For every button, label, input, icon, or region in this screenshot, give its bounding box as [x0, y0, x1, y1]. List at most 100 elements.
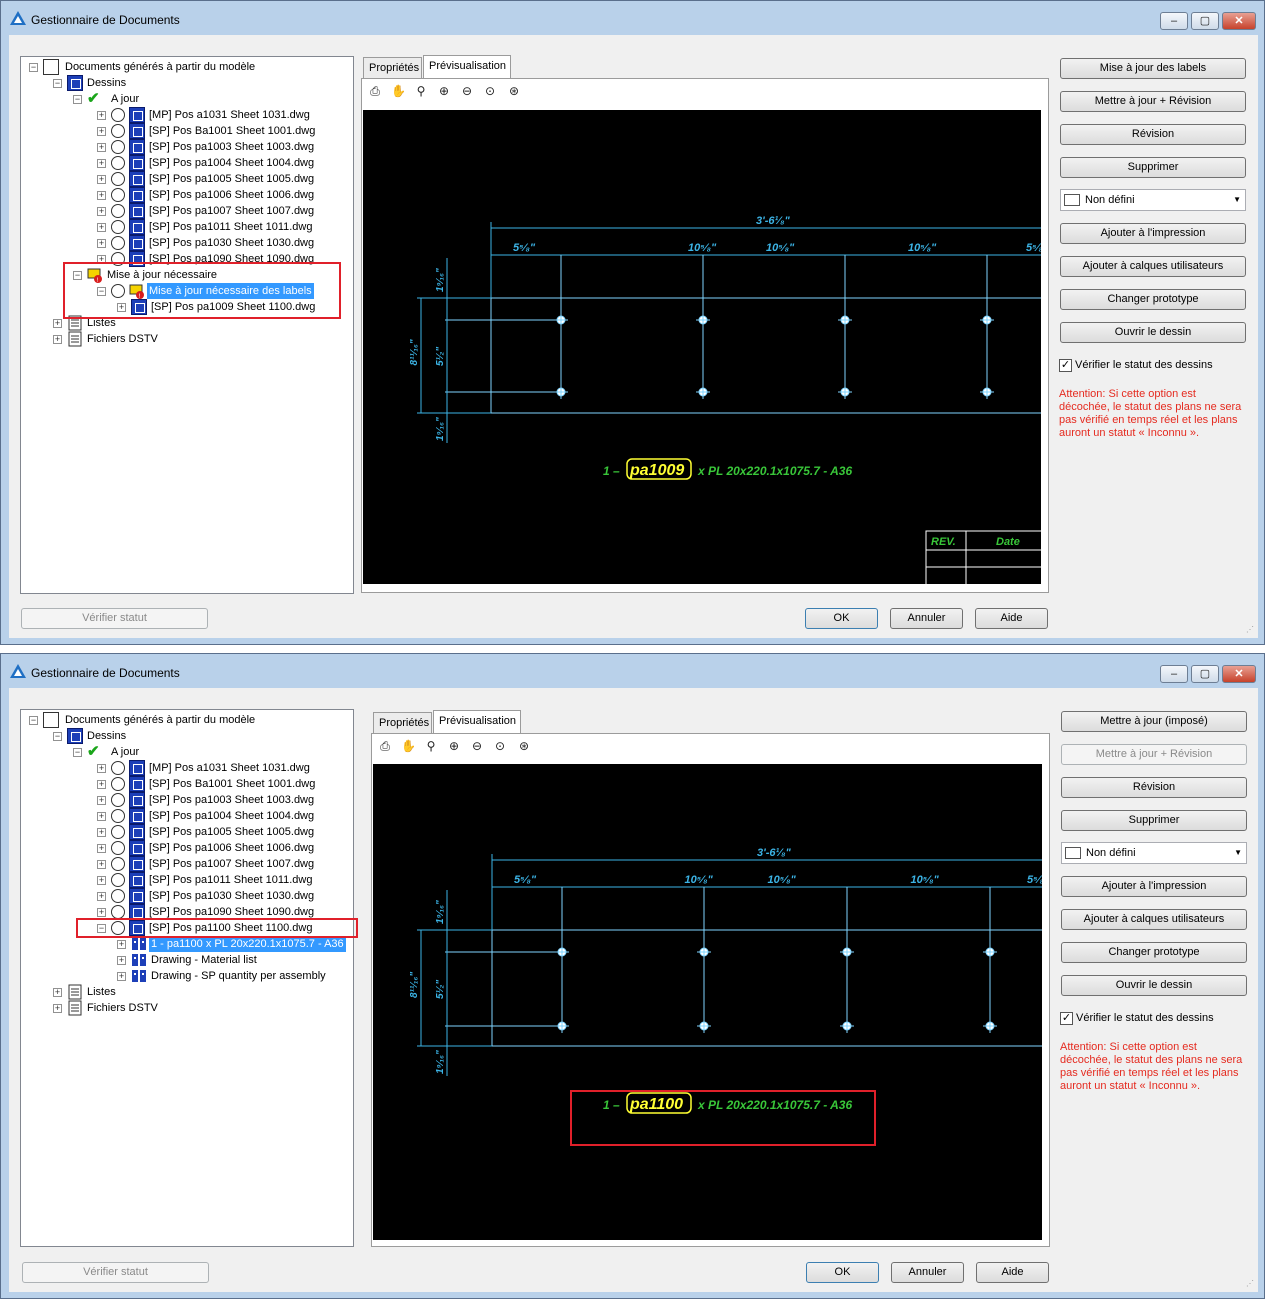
tree-node[interactable]: + [SP] Pos pa1005 Sheet 1005.dwg — [21, 171, 351, 187]
add-to-user-layers-button[interactable]: Ajouter à calques utilisateurs — [1061, 909, 1247, 930]
update-labels-button[interactable]: Mise à jour des labels — [1060, 58, 1246, 79]
zoom-out-icon[interactable]: ⊖ — [460, 84, 474, 98]
tree-node[interactable]: + [SP] Pos pa1003 Sheet 1003.dwg — [21, 792, 351, 808]
tree-node[interactable]: + [SP] Pos pa1007 Sheet 1007.dwg — [21, 856, 351, 872]
tree-node[interactable]: + [SP] Pos pa1011 Sheet 1011.dwg — [21, 872, 351, 888]
tree-node[interactable]: + [MP] Pos a1031 Sheet 1031.dwg — [21, 107, 351, 123]
tree-node[interactable]: − Documents générés à partir du modèle — [21, 59, 351, 75]
expand-icon[interactable]: + — [117, 956, 126, 965]
close-button[interactable]: ✕ — [1222, 12, 1256, 30]
maximize-button[interactable]: ▢ — [1191, 12, 1219, 30]
tree-node[interactable]: − Documents générés à partir du modèle — [21, 712, 351, 728]
help-button[interactable]: Aide — [976, 1262, 1049, 1283]
zoom-realtime-icon[interactable]: ⚲ — [414, 84, 428, 98]
maximize-button[interactable]: ▢ — [1191, 665, 1219, 683]
expand-icon[interactable]: + — [97, 828, 106, 837]
pan-icon[interactable]: ✋ — [401, 739, 416, 753]
delete-button[interactable]: Supprimer — [1061, 810, 1247, 831]
zoom-extents-icon[interactable]: ⊛ — [507, 84, 521, 98]
cancel-button[interactable]: Annuler — [890, 608, 963, 629]
status-combo[interactable]: Non défini ▼ — [1061, 842, 1247, 864]
verify-status-checkbox[interactable]: ✓ — [1060, 1012, 1073, 1025]
expand-icon[interactable]: + — [97, 780, 106, 789]
cad-preview[interactable]: 3'-6¹⁄₈" 5⁵⁄₈" 10⁵⁄₈" 10⁵⁄₈" 10⁵⁄₈" 5⁵⁄₈" 8¹¹⁄… — [373, 764, 1042, 1240]
tab-properties[interactable]: Propriétés — [373, 712, 432, 733]
tree-node[interactable]: + [SP] Pos pa1007 Sheet 1007.dwg — [21, 203, 351, 219]
print-icon[interactable]: ⎙ — [378, 739, 392, 753]
title-bar[interactable]: Gestionnaire de Documents – ▢ ✕ — [1, 1, 1264, 35]
cancel-button[interactable]: Annuler — [891, 1262, 964, 1283]
zoom-out-icon[interactable]: ⊖ — [470, 739, 484, 753]
tree-node[interactable]: + [SP] Pos pa1005 Sheet 1005.dwg — [21, 824, 351, 840]
expand-icon[interactable]: + — [97, 175, 106, 184]
zoom-window-icon[interactable]: ⊙ — [483, 84, 497, 98]
zoom-in-icon[interactable]: ⊕ — [437, 84, 451, 98]
expand-icon[interactable]: + — [97, 908, 106, 917]
expand-icon[interactable]: + — [97, 860, 106, 869]
zoom-window-icon[interactable]: ⊙ — [493, 739, 507, 753]
delete-button[interactable]: Supprimer — [1060, 157, 1246, 178]
tree-node[interactable]: − ✔ A jour — [21, 91, 351, 107]
expand-icon[interactable]: + — [97, 876, 106, 885]
tree-node[interactable]: + Drawing - SP quantity per assembly — [21, 968, 351, 984]
help-button[interactable]: Aide — [975, 608, 1048, 629]
collapse-icon[interactable]: − — [73, 95, 82, 104]
expand-icon[interactable]: + — [97, 127, 106, 136]
change-prototype-button[interactable]: Changer prototype — [1060, 289, 1246, 310]
open-drawing-button[interactable]: Ouvrir le dessin — [1061, 975, 1247, 996]
expand-icon[interactable]: + — [53, 1004, 62, 1013]
tab-properties[interactable]: Propriétés — [363, 57, 422, 78]
expand-icon[interactable]: + — [117, 972, 126, 981]
tree-node[interactable]: − ✔ A jour — [21, 744, 351, 760]
expand-icon[interactable]: + — [97, 812, 106, 821]
expand-icon[interactable]: + — [97, 764, 106, 773]
expand-icon[interactable]: + — [97, 796, 106, 805]
update-revision-button[interactable]: Mettre à jour + Révision — [1060, 91, 1246, 112]
verify-status-button[interactable]: Vérifier statut — [22, 1262, 209, 1283]
tree-node[interactable]: + [SP] Pos pa1006 Sheet 1006.dwg — [21, 187, 351, 203]
expand-icon[interactable]: + — [53, 335, 62, 344]
collapse-icon[interactable]: − — [29, 716, 38, 725]
expand-icon[interactable]: + — [53, 319, 62, 328]
collapse-icon[interactable]: − — [53, 732, 62, 741]
tree-node[interactable]: + [SP] Pos Ba1001 Sheet 1001.dwg — [21, 776, 351, 792]
document-tree[interactable]: − Documents générés à partir du modèle − De… — [20, 56, 354, 594]
resize-grip-icon[interactable]: ⋰ — [1246, 1280, 1256, 1290]
resize-grip-icon[interactable]: ⋰ — [1246, 626, 1256, 636]
verify-status-button[interactable]: Vérifier statut — [21, 608, 208, 629]
tree-node[interactable]: + [MP] Pos a1031 Sheet 1031.dwg — [21, 760, 351, 776]
close-button[interactable]: ✕ — [1222, 665, 1256, 683]
status-combo[interactable]: Non défini ▼ — [1060, 189, 1246, 211]
change-prototype-button[interactable]: Changer prototype — [1061, 942, 1247, 963]
open-drawing-button[interactable]: Ouvrir le dessin — [1060, 322, 1246, 343]
tree-node[interactable]: + [SP] Pos Ba1001 Sheet 1001.dwg — [21, 123, 351, 139]
expand-icon[interactable]: + — [97, 207, 106, 216]
ok-button[interactable]: OK — [806, 1262, 879, 1283]
tree-node[interactable]: − Dessins — [21, 728, 351, 744]
add-to-print-button[interactable]: Ajouter à l'impression — [1060, 223, 1246, 244]
ok-button[interactable]: OK — [805, 608, 878, 629]
collapse-icon[interactable]: − — [73, 748, 82, 757]
force-update-button[interactable]: Mettre à jour (imposé) — [1061, 711, 1247, 732]
expand-icon[interactable]: + — [97, 844, 106, 853]
tree-node[interactable]: + [SP] Pos pa1006 Sheet 1006.dwg — [21, 840, 351, 856]
tree-node[interactable]: + [SP] Pos pa1004 Sheet 1004.dwg — [21, 808, 351, 824]
add-to-user-layers-button[interactable]: Ajouter à calques utilisateurs — [1060, 256, 1246, 277]
zoom-extents-icon[interactable]: ⊛ — [517, 739, 531, 753]
revision-button[interactable]: Révision — [1060, 124, 1246, 145]
expand-icon[interactable]: + — [97, 239, 106, 248]
tree-node[interactable]: + Fichiers DSTV — [21, 1000, 351, 1016]
tree-node[interactable]: + [SP] Pos pa1030 Sheet 1030.dwg — [21, 235, 351, 251]
print-icon[interactable]: ⎙ — [368, 84, 382, 98]
add-to-print-button[interactable]: Ajouter à l'impression — [1061, 876, 1247, 897]
verify-status-checkbox[interactable]: ✓ — [1059, 359, 1072, 372]
collapse-icon[interactable]: − — [53, 79, 62, 88]
tree-node[interactable]: + [SP] Pos pa1011 Sheet 1011.dwg — [21, 219, 351, 235]
collapse-icon[interactable]: − — [29, 63, 38, 72]
tree-node[interactable]: + Fichiers DSTV — [21, 331, 351, 347]
expand-icon[interactable]: + — [97, 111, 106, 120]
document-tree[interactable]: − Documents générés à partir du modèle − De… — [20, 709, 354, 1247]
update-revision-button[interactable]: Mettre à jour + Révision — [1061, 744, 1247, 765]
tree-node[interactable]: + Drawing - Material list — [21, 952, 351, 968]
expand-icon[interactable]: + — [97, 892, 106, 901]
